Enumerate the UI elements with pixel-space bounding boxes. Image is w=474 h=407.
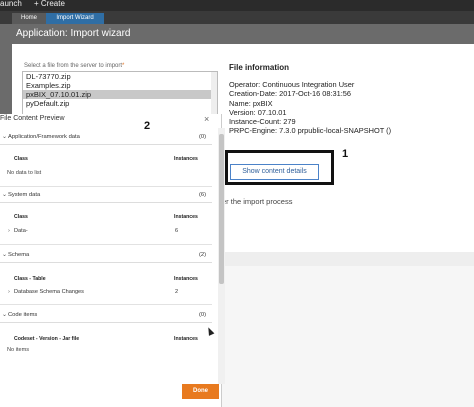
info-version: Version: 07.10.01 xyxy=(229,107,287,117)
file-list[interactable]: DL-73770.zip Examples.zip pxBIX_07.10.01… xyxy=(22,71,218,117)
file-option[interactable]: pyDefault.zip xyxy=(23,99,217,108)
info-instance-count: Instance-Count: 279 xyxy=(229,117,296,127)
done-button[interactable]: Done xyxy=(182,384,219,399)
chevron-right-icon[interactable]: › xyxy=(8,289,10,295)
chevron-down-icon[interactable]: ⌄ xyxy=(2,311,7,318)
info-prpc-engine: PRPC-Engine: 7.3.0 prpublic-local-SNAPSH… xyxy=(229,126,392,136)
divider xyxy=(0,202,212,203)
column-header-instances: Instances xyxy=(174,156,198,162)
column-header-instances: Instances xyxy=(174,336,198,342)
import-note: er the import process xyxy=(222,197,293,206)
show-content-details-button[interactable]: Show content details xyxy=(230,164,319,180)
row-class: Data- xyxy=(14,228,28,234)
tab-strip: Home Import Wizard xyxy=(0,11,474,24)
file-option[interactable]: DL-73770.zip xyxy=(23,72,217,81)
file-select-label: Select a file from the server to import* xyxy=(24,63,124,69)
row-instances: 2 xyxy=(175,289,179,295)
divider xyxy=(0,186,212,187)
close-icon[interactable]: × xyxy=(204,114,209,124)
column-header-instances: Instances xyxy=(174,214,198,220)
tab-home[interactable]: Home xyxy=(12,13,46,24)
divider xyxy=(0,244,212,245)
section-count: (0) xyxy=(199,134,207,140)
annotation-marker-2: 2 xyxy=(144,120,151,132)
page-title: Application: Import wizard xyxy=(16,28,131,39)
empty-message: No items xyxy=(7,347,30,353)
dialog-scrollbar-thumb[interactable] xyxy=(219,134,224,284)
chevron-right-icon[interactable]: › xyxy=(8,228,10,234)
create-menu[interactable]: + Create xyxy=(34,0,65,8)
file-select-label-text: Select a file from the server to import xyxy=(24,63,123,69)
file-information-heading: File information xyxy=(229,63,289,72)
content-background xyxy=(222,266,474,407)
file-information: Operator: Continuous Integration User Cr… xyxy=(229,80,391,136)
section-title[interactable]: Code items xyxy=(8,312,37,318)
column-header-codeset: Codeset - Version - Jar file xyxy=(14,336,80,342)
section-count: (6) xyxy=(199,192,207,198)
section-title[interactable]: Schema xyxy=(8,252,29,258)
info-name: Name: pxBIX xyxy=(229,98,273,108)
section-title[interactable]: System data xyxy=(8,192,40,198)
section-band xyxy=(222,252,474,266)
info-creation-date: Creation-Date: 2017-Oct-16 08:31:56 xyxy=(229,89,352,99)
dialog-title: File Content Preview xyxy=(0,115,65,122)
launch-bar: aunch + Create xyxy=(0,0,474,11)
section-count: (2) xyxy=(199,252,207,258)
tab-import-wizard[interactable]: Import Wizard xyxy=(46,13,104,24)
divider xyxy=(0,262,212,263)
section-count: (0) xyxy=(199,312,207,318)
column-header-class-table: Class - Table xyxy=(14,276,46,282)
file-option-selected[interactable]: pxBIX_07.10.01.zip xyxy=(23,90,217,99)
launch-menu[interactable]: aunch xyxy=(0,0,22,8)
annotation-marker-1: 1 xyxy=(342,148,349,160)
required-mark: * xyxy=(122,63,125,69)
file-option[interactable]: Examples.zip xyxy=(23,81,217,90)
info-operator: Operator: Continuous Integration User xyxy=(229,80,355,89)
title-bar: Application: Import wizard xyxy=(12,24,474,44)
column-header-class: Class xyxy=(14,214,28,220)
column-header-class: Class xyxy=(14,156,28,162)
row-instances: 6 xyxy=(175,228,179,234)
file-list-scrollbar[interactable] xyxy=(211,72,217,116)
column-header-instances: Instances xyxy=(174,276,198,282)
divider xyxy=(0,304,212,305)
chevron-down-icon[interactable]: ⌄ xyxy=(2,191,7,198)
chevron-down-icon[interactable]: ⌄ xyxy=(2,133,7,140)
section-title[interactable]: Application/Framework data xyxy=(8,134,80,140)
divider xyxy=(0,144,212,145)
chevron-down-icon[interactable]: ⌄ xyxy=(2,251,7,258)
row-class-table: Database Schema Changes xyxy=(14,289,84,295)
file-content-preview-dialog: File Content Preview × 2 ⌄ Application/F… xyxy=(0,114,225,407)
empty-message: No data to list xyxy=(7,170,42,176)
divider xyxy=(0,322,212,323)
mouse-cursor-icon xyxy=(205,326,215,336)
